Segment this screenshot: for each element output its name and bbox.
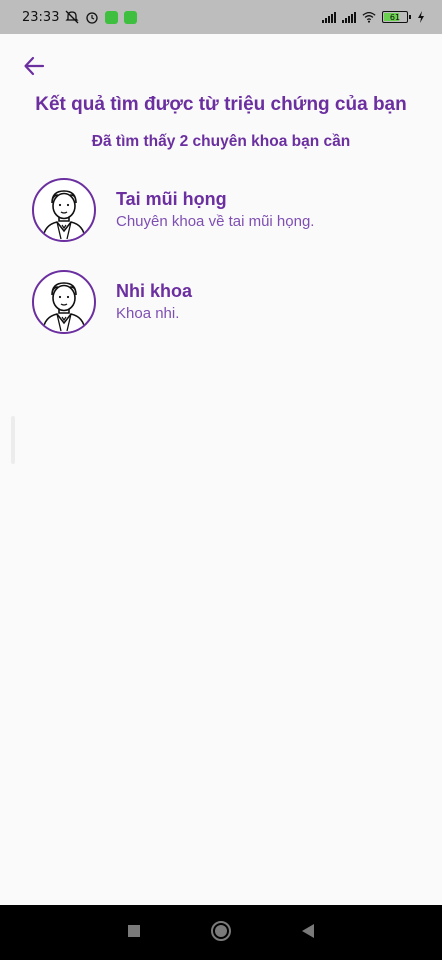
page-title: Kết quả tìm được từ triệu chứng của bạn xyxy=(35,94,407,115)
status-bar: 23:33 61 xyxy=(0,0,442,34)
page-subtitle: Đã tìm thấy 2 chuyên khoa bạn cần xyxy=(91,133,351,150)
status-right: 61 xyxy=(322,10,428,24)
result-description: Chuyên khoa về tai mũi họng. xyxy=(116,213,315,230)
home-button[interactable] xyxy=(206,918,236,948)
nav-back-button[interactable] xyxy=(293,918,323,948)
alarm-icon xyxy=(85,10,99,24)
wifi-icon xyxy=(362,10,376,24)
result-description: Khoa nhi. xyxy=(116,305,180,322)
signal-icon xyxy=(342,11,356,23)
recents-button[interactable] xyxy=(119,918,149,948)
back-button[interactable] xyxy=(20,54,48,82)
doctor-avatar-icon xyxy=(32,270,96,334)
result-text: Tai mũi họng Chuyên khoa về tai mũi họng… xyxy=(116,187,314,233)
result-name: Nhi khoa xyxy=(116,281,193,301)
result-item-nhi-khoa[interactable]: Nhi khoa Khoa nhi. xyxy=(32,270,412,334)
result-name: Tai mũi họng xyxy=(116,189,227,209)
triangle-back-icon xyxy=(301,923,315,943)
result-item-tai-mui-hong[interactable]: Tai mũi họng Chuyên khoa về tai mũi họng… xyxy=(32,178,412,242)
square-icon xyxy=(127,923,141,942)
muted-icon xyxy=(65,10,80,24)
app-badge-icon xyxy=(124,10,138,24)
arrow-left-icon xyxy=(23,55,45,81)
system-nav-bar xyxy=(0,905,442,960)
status-left: 23:33 xyxy=(22,9,138,25)
circle-icon xyxy=(210,920,232,946)
battery-icon: 61 xyxy=(382,11,411,23)
charging-icon xyxy=(414,10,428,24)
app-badge-icon xyxy=(105,10,119,24)
doctor-avatar-icon xyxy=(32,178,96,242)
battery-level: 61 xyxy=(389,12,401,22)
result-text: Nhi khoa Khoa nhi. xyxy=(116,279,192,325)
results-list: Tai mũi họng Chuyên khoa về tai mũi họng… xyxy=(32,178,412,362)
signal-icon xyxy=(322,11,336,23)
edge-swipe-handle[interactable] xyxy=(11,416,15,464)
status-time: 23:33 xyxy=(22,9,60,25)
